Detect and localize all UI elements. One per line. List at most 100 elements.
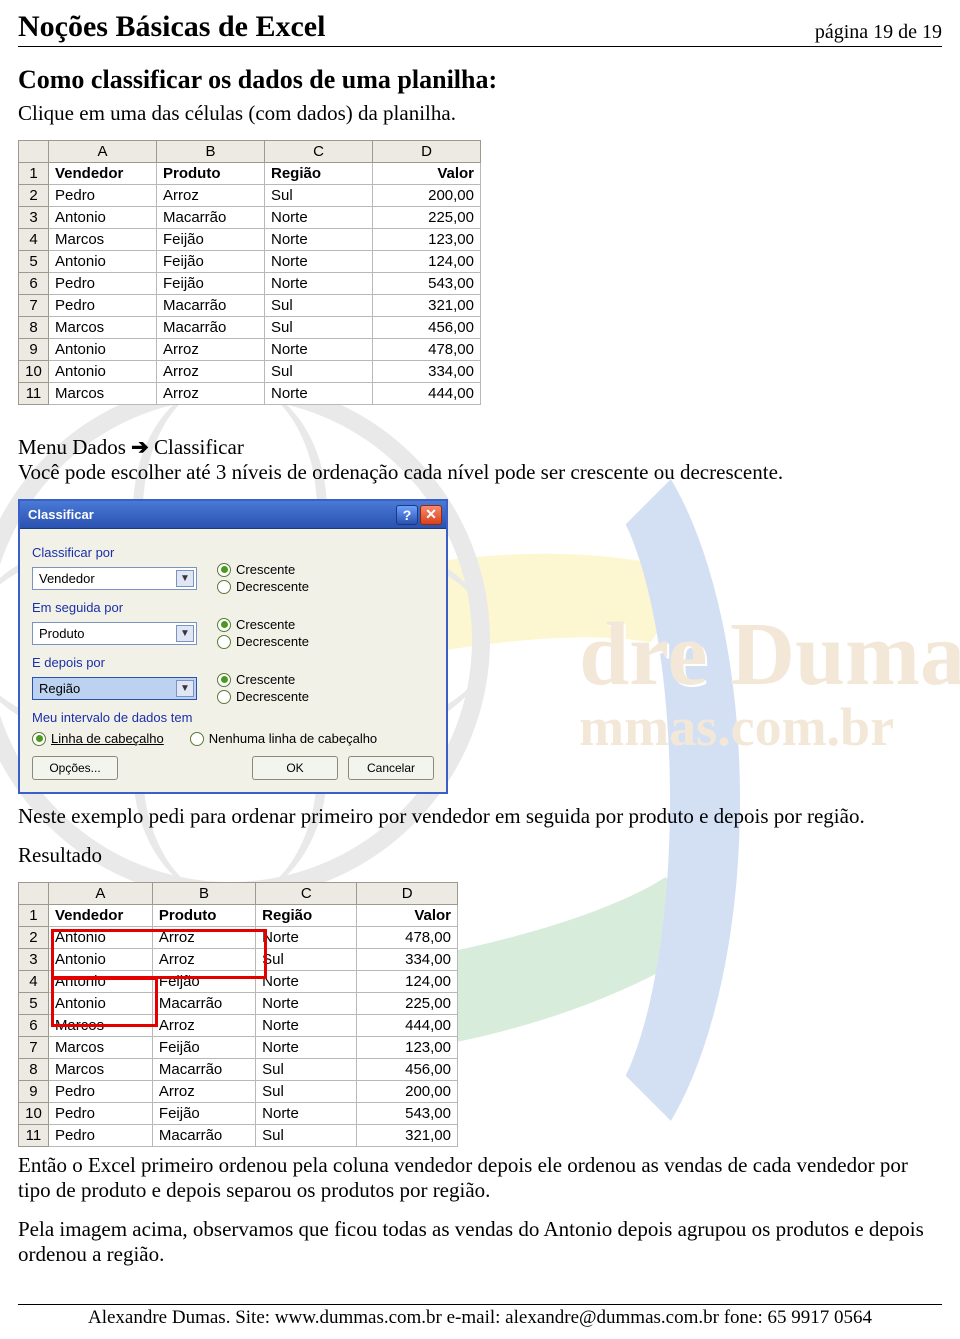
col-D: D (373, 141, 481, 163)
row-number: 5 (19, 251, 49, 273)
table-cell: Antonio (48, 971, 152, 993)
options-button[interactable]: Opções... (32, 756, 118, 780)
table-row: 6MarcosArrozNorte444,00 (19, 1015, 458, 1037)
then-by-combo[interactable]: Produto ▼ (32, 622, 197, 645)
table-row: 9PedroArrozSul200,00 (19, 1081, 458, 1103)
table-row: 7MarcosFeijãoNorte123,00 (19, 1037, 458, 1059)
table-row: 10PedroFeijãoNorte543,00 (19, 1103, 458, 1125)
table-cell: Macarrão (152, 993, 255, 1015)
table-header-cell: Valor (357, 905, 458, 927)
table-cell: Marcos (48, 1015, 152, 1037)
table-cell: Sul (256, 949, 357, 971)
table-cell: 200,00 (357, 1081, 458, 1103)
dialog-titlebar: Classificar ? ✕ (20, 501, 446, 529)
table-cell: Norte (265, 207, 373, 229)
sort3-asc-radio[interactable]: Crescente (217, 672, 309, 687)
table-cell: Arroz (152, 949, 255, 971)
table-header-cell: Produto (152, 905, 255, 927)
table-cell: 200,00 (373, 185, 481, 207)
col-C: C (256, 883, 357, 905)
table-row: 2PedroArrozSul200,00 (19, 185, 481, 207)
table-cell: 478,00 (373, 339, 481, 361)
table-cell: Macarrão (157, 317, 265, 339)
table-cell: 456,00 (357, 1059, 458, 1081)
table-cell: Feijão (157, 251, 265, 273)
table-cell: Antonio (48, 949, 152, 971)
table-row: 6PedroFeijãoNorte543,00 (19, 273, 481, 295)
sort-dialog: Classificar ? ✕ Classificar por Vendedor… (18, 499, 448, 794)
menu-path-prefix: Menu Dados (18, 435, 131, 459)
ok-button[interactable]: OK (252, 756, 338, 780)
table-cell: 124,00 (373, 251, 481, 273)
row-number: 10 (19, 1103, 49, 1125)
and-then-by-label: E depois por (32, 655, 434, 670)
page-number: página 19 de 19 (815, 21, 942, 44)
cancel-button[interactable]: Cancelar (348, 756, 434, 780)
sort3-desc-radio[interactable]: Decrescente (217, 689, 309, 704)
table-header-cell: Vendedor (49, 163, 157, 185)
table-cell: 478,00 (357, 927, 458, 949)
result-label: Resultado (18, 843, 942, 868)
table-cell: Sul (265, 317, 373, 339)
conclusion-2: Pela imagem acima, observamos que ficou … (18, 1217, 942, 1267)
then-by-label: Em seguida por (32, 600, 434, 615)
help-icon[interactable]: ? (396, 505, 418, 525)
table-cell: Norte (265, 229, 373, 251)
header-row-radio[interactable]: Linha de cabeçalho (32, 731, 164, 746)
and-then-by-combo[interactable]: Região ▼ (32, 677, 197, 700)
table-cell: Marcos (49, 317, 157, 339)
table-cell: Antonio (49, 361, 157, 383)
table-row: 3AntonioArrozSul334,00 (19, 949, 458, 971)
sort1-asc-radio[interactable]: Crescente (217, 562, 309, 577)
sort1-desc-radio[interactable]: Decrescente (217, 579, 309, 594)
table-cell: Norte (256, 971, 357, 993)
table-header-cell: Produto (157, 163, 265, 185)
sort-by-label: Classificar por (32, 545, 434, 560)
row-number: 3 (19, 949, 49, 971)
row-number: 1 (19, 163, 49, 185)
dialog-title: Classificar (28, 507, 94, 522)
chevron-down-icon: ▼ (176, 570, 194, 587)
table-cell: Sul (265, 361, 373, 383)
page-footer: Alexandre Dumas. Site: www.dummas.com.br… (18, 1304, 942, 1329)
sort-by-combo[interactable]: Vendedor ▼ (32, 567, 197, 590)
table-cell: Macarrão (157, 295, 265, 317)
table-cell: 456,00 (373, 317, 481, 339)
no-header-row-radio[interactable]: Nenhuma linha de cabeçalho (190, 731, 377, 746)
doc-title: Noções Básicas de Excel (18, 10, 325, 44)
example-note: Neste exemplo pedi para ordenar primeiro… (18, 804, 942, 829)
col-B: B (157, 141, 265, 163)
row-number: 9 (19, 339, 49, 361)
table-cell: Norte (265, 251, 373, 273)
table-cell: Marcos (49, 383, 157, 405)
table-cell: Macarrão (157, 207, 265, 229)
col-B: B (152, 883, 255, 905)
table-cell: Arroz (157, 185, 265, 207)
table-row: 5AntonioFeijãoNorte124,00 (19, 251, 481, 273)
table-cell: Antonio (49, 207, 157, 229)
table-header-cell: Valor (373, 163, 481, 185)
table-cell: Marcos (48, 1037, 152, 1059)
table-cell: Norte (256, 1037, 357, 1059)
row-number: 8 (19, 317, 49, 339)
sort2-desc-radio[interactable]: Decrescente (217, 634, 309, 649)
close-icon[interactable]: ✕ (420, 505, 442, 525)
row-number: 3 (19, 207, 49, 229)
table-row: 4AntonioFeijãoNorte124,00 (19, 971, 458, 993)
row-number: 7 (19, 295, 49, 317)
table-cell: Norte (265, 273, 373, 295)
sort2-asc-radio[interactable]: Crescente (217, 617, 309, 632)
table-cell: 123,00 (357, 1037, 458, 1059)
table-row: 2AntonioArrozNorte478,00 (19, 927, 458, 949)
section-title: Como classificar os dados de uma planilh… (18, 65, 942, 95)
table-cell: Arroz (157, 339, 265, 361)
table-row: 11MarcosArrozNorte444,00 (19, 383, 481, 405)
table-cell: Norte (256, 927, 357, 949)
and-then-by-value: Região (39, 681, 80, 696)
table-row: 7PedroMacarrãoSul321,00 (19, 295, 481, 317)
table-cell: 123,00 (373, 229, 481, 251)
table-cell: 124,00 (357, 971, 458, 993)
table-cell: 225,00 (373, 207, 481, 229)
table-cell: Feijão (152, 971, 255, 993)
table-cell: 321,00 (357, 1125, 458, 1147)
